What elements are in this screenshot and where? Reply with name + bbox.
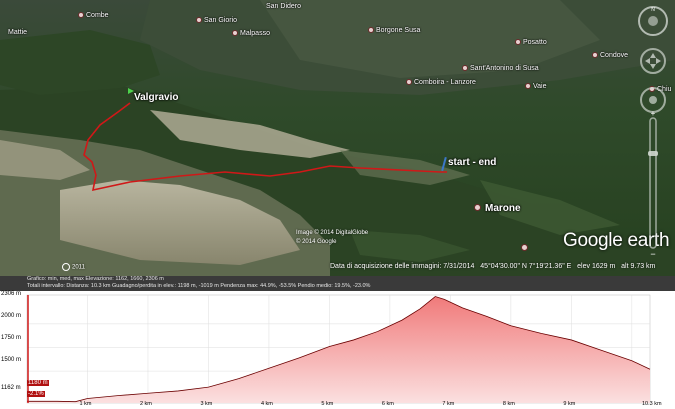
place-label[interactable]: Malpasso bbox=[232, 30, 270, 37]
x-tick-label: 7 km bbox=[442, 401, 455, 407]
svg-text:+: + bbox=[651, 109, 656, 118]
place-label[interactable]: Borgone Susa bbox=[368, 27, 420, 34]
x-tick-label: 8 km bbox=[502, 401, 515, 407]
current-slope-badge: -2.1% bbox=[27, 391, 45, 397]
x-tick-label: 10.3 km bbox=[642, 401, 662, 407]
place-label[interactable]: Combe bbox=[78, 12, 109, 19]
y-tick-label: 2306 m bbox=[1, 291, 22, 297]
y-tick-label: 1500 m bbox=[1, 357, 22, 363]
svg-text:−: − bbox=[650, 249, 655, 259]
navigation-controls[interactable]: N + − bbox=[637, 3, 669, 273]
place-label[interactable]: Posatto bbox=[515, 39, 547, 46]
pin-icon bbox=[441, 156, 447, 172]
elevation-profile-panel[interactable]: Grafico: min, med, max Elevazione: 1162,… bbox=[0, 276, 675, 409]
status-bar: Data di acquisizione delle immagini: 7/3… bbox=[330, 263, 656, 270]
y-tick-label: 1750 m bbox=[1, 335, 22, 341]
x-tick-label: 2 km bbox=[139, 401, 152, 407]
historical-imagery-badge[interactable]: 2011 bbox=[62, 263, 85, 271]
y-tick-label: 1162 m bbox=[1, 385, 21, 391]
waypoint-start-end[interactable]: start - end bbox=[441, 156, 496, 172]
x-tick-label: 1 km bbox=[79, 401, 92, 407]
current-elevation-badge: 1180 m bbox=[27, 380, 49, 386]
map-view[interactable]: Mattie Combe San Giorio Malpasso San Did… bbox=[0, 0, 675, 276]
y-tick-label: 2000 m bbox=[1, 313, 22, 319]
place-label[interactable]: Sant'Antonino di Susa bbox=[462, 65, 539, 72]
place-label[interactable]: San Didero bbox=[266, 3, 301, 10]
place-label[interactable]: Comboira - Lanzore bbox=[406, 79, 476, 86]
place-label[interactable]: Vaie bbox=[525, 83, 547, 90]
elevation-chart[interactable] bbox=[0, 291, 675, 409]
nav-controls-graphic: N + − bbox=[638, 6, 668, 259]
place-label[interactable]: Mattie bbox=[8, 29, 27, 36]
x-tick-label: 3 km bbox=[200, 401, 213, 407]
clock-icon bbox=[62, 263, 70, 271]
profile-stats: Grafico: min, med, max Elevazione: 1162,… bbox=[0, 276, 675, 291]
x-tick-label: 9 km bbox=[563, 401, 576, 407]
svg-text:N: N bbox=[651, 7, 655, 13]
x-tick-label: 4 km bbox=[260, 401, 273, 407]
waypoint-valgravio[interactable]: Valgravio bbox=[128, 88, 178, 103]
place-label[interactable]: Condove bbox=[592, 52, 628, 59]
x-tick-label: 6 km bbox=[381, 401, 394, 407]
place-dot bbox=[521, 244, 528, 251]
imagery-copyright: Image © 2014 DigitalGlobe © 2014 Google bbox=[296, 230, 369, 245]
place-label[interactable]: San Giorio bbox=[196, 17, 237, 24]
place-marone[interactable]: Marone bbox=[474, 203, 521, 214]
x-tick-label: 5 km bbox=[321, 401, 334, 407]
